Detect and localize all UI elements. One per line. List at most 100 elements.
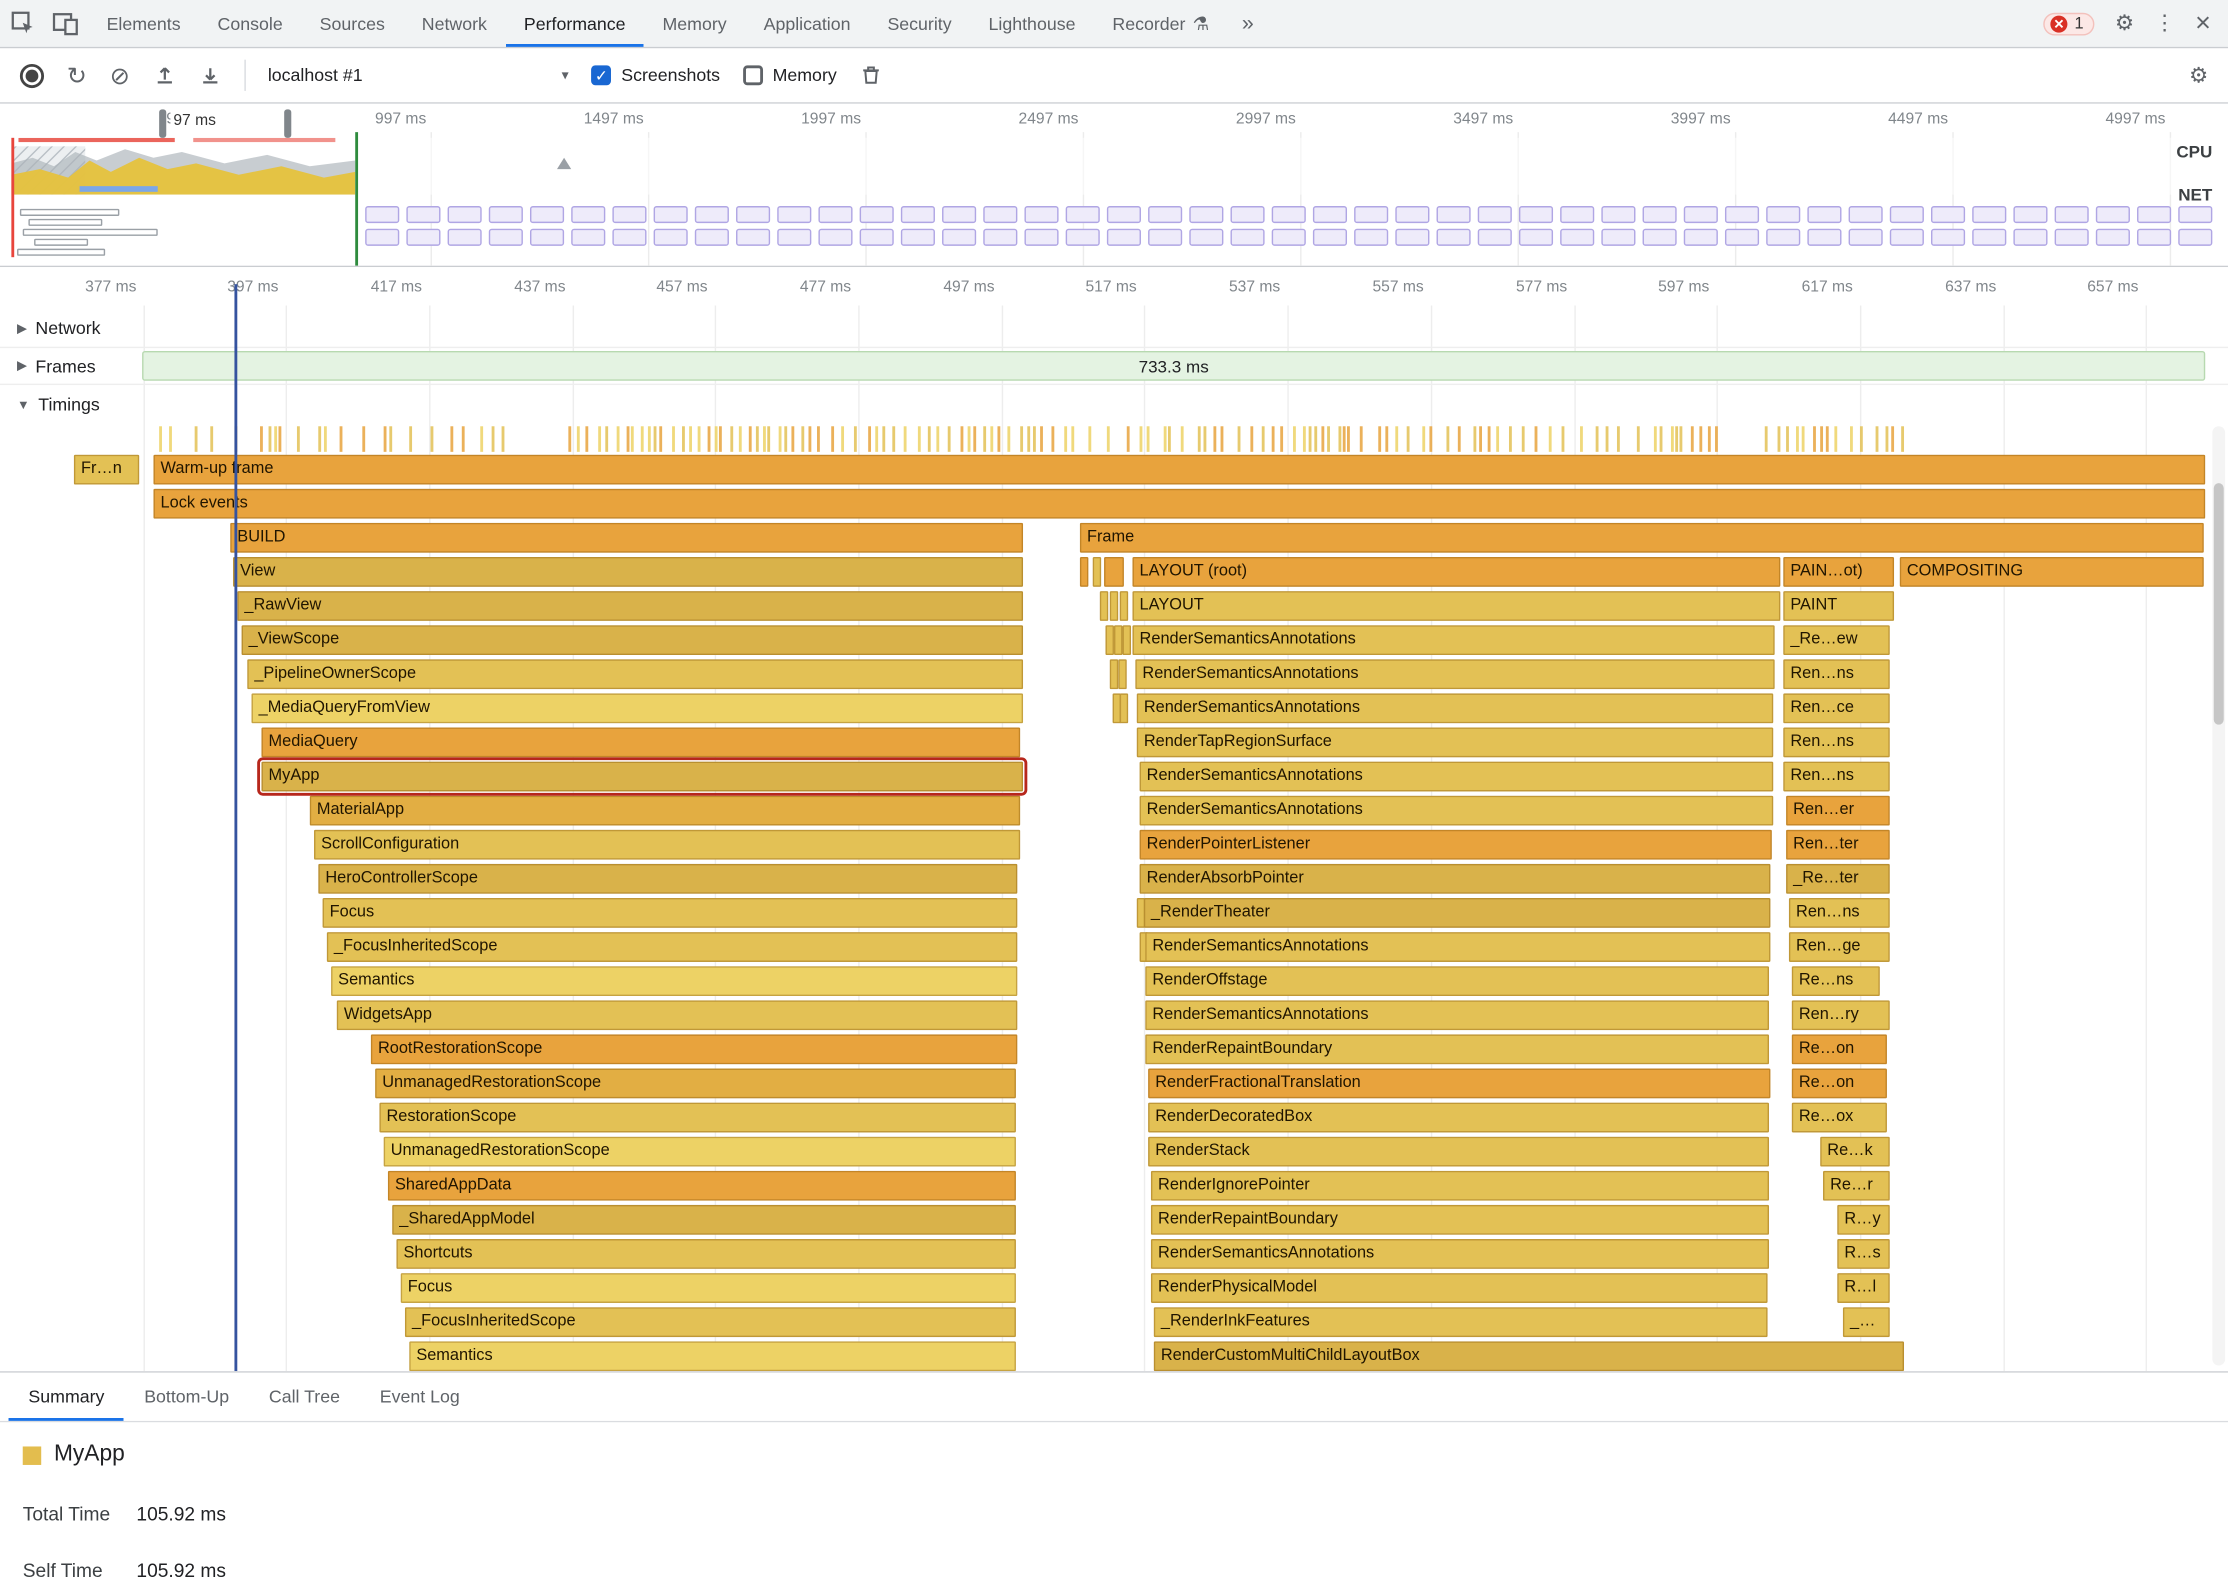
flame-bar[interactable]: Re…on (1792, 1069, 1887, 1099)
trash-icon[interactable] (859, 64, 882, 87)
flame-bar[interactable]: R…s (1837, 1239, 1890, 1269)
flame-bar[interactable]: RenderSemanticsAnnotations (1140, 796, 1774, 826)
more-tabs-button[interactable]: » (1228, 0, 1268, 47)
flame-bar-fragment[interactable] (1118, 659, 1127, 689)
flame-bar[interactable]: Shortcuts (396, 1239, 1016, 1269)
flame-bar[interactable]: BUILD (230, 523, 1023, 553)
flame-bar[interactable]: RestorationScope (379, 1103, 1016, 1133)
screenshots-checkbox-group[interactable]: ✓ Screenshots (591, 65, 720, 85)
flame-bar[interactable]: Semantics (409, 1341, 1016, 1371)
flame-bar[interactable]: Frame (1080, 523, 2204, 553)
flame-bar-fragment[interactable] (1110, 659, 1119, 689)
flame-bar[interactable]: Ren…ce (1783, 693, 1890, 723)
flame-bar[interactable]: View (233, 557, 1023, 587)
flame-bar[interactable]: _PipelineOwnerScope (247, 659, 1023, 689)
flame-bar[interactable]: RenderCustomMultiChildLayoutBox (1154, 1341, 1904, 1371)
flame-bar[interactable]: _RenderInkFeatures (1154, 1307, 1768, 1337)
inspect-icon[interactable] (9, 9, 37, 37)
flame-bar[interactable]: RenderPhysicalModel (1151, 1273, 1768, 1303)
bottom-tab-event-log[interactable]: Event Log (360, 1373, 480, 1421)
flame-bar[interactable]: COMPOSITING (1900, 557, 2204, 587)
save-profile-icon[interactable] (198, 64, 221, 87)
flame-bar[interactable]: RenderSemanticsAnnotations (1132, 625, 1774, 655)
flame-bar[interactable]: Warm-up frame (153, 455, 2205, 485)
flame-bar[interactable]: RenderSemanticsAnnotations (1145, 932, 1770, 962)
frame-duration-bar[interactable]: 733.3 ms (142, 351, 2205, 381)
record-button[interactable] (20, 63, 44, 87)
flame-bar-fragment[interactable] (1100, 591, 1109, 621)
flame-bar[interactable]: MediaQuery (261, 728, 1020, 758)
flame-bar[interactable]: RenderAbsorbPointer (1140, 864, 1771, 894)
frames-track-header[interactable]: ▶ Frames 733.3 ms (0, 348, 2228, 385)
flame-bar[interactable]: Re…r (1823, 1171, 1890, 1201)
flame-bar[interactable]: RenderOffstage (1145, 966, 1769, 996)
tab-memory[interactable]: Memory (644, 0, 745, 47)
scrollbar-thumb[interactable] (2214, 483, 2224, 725)
timeline-overview[interactable]: 97 ms997 ms1497 ms1997 ms2497 ms2997 ms3… (0, 104, 2228, 267)
profile-select[interactable]: localhost #1 ▾ (268, 65, 569, 85)
flame-bar[interactable]: HeroControllerScope (318, 864, 1017, 894)
flame-bar[interactable]: _FocusInheritedScope (405, 1307, 1016, 1337)
flame-bar[interactable]: Ren…ns (1789, 898, 1890, 928)
flame-bar[interactable]: LAYOUT (1132, 591, 1780, 621)
flame-bar[interactable]: RenderSemanticsAnnotations (1145, 1000, 1769, 1030)
flame-bar[interactable]: _Re…ew (1783, 625, 1890, 655)
flame-bar[interactable]: RenderSemanticsAnnotations (1140, 762, 1774, 792)
tab-sources[interactable]: Sources (301, 0, 403, 47)
window-left-handle[interactable] (159, 109, 166, 137)
load-profile-icon[interactable] (153, 64, 176, 87)
flame-bar[interactable]: RenderPointerListener (1140, 830, 1772, 860)
flame-chart[interactable]: Fr…nWarm-up frameLock eventsBUILDFrameVi… (0, 423, 2228, 1371)
flame-bar[interactable]: Lock events (153, 489, 2205, 519)
flame-bar-fragment[interactable] (1093, 557, 1102, 587)
flame-bar[interactable]: R…y (1837, 1205, 1890, 1235)
flame-bar[interactable]: Ren…ter (1786, 830, 1890, 860)
flame-bar-fragment[interactable] (1120, 591, 1129, 621)
vertical-scrollbar[interactable] (2212, 426, 2225, 1365)
flame-bar[interactable]: Ren…ry (1792, 1000, 1890, 1030)
bottom-tab-bottom-up[interactable]: Bottom-Up (124, 1373, 249, 1421)
flame-bar[interactable]: Ren…er (1786, 796, 1890, 826)
memory-checkbox[interactable] (743, 65, 763, 85)
flame-bar-fragment[interactable] (1104, 557, 1124, 587)
device-toolbar-icon[interactable] (51, 9, 79, 37)
flame-bar[interactable]: _FocusInheritedScope (327, 932, 1018, 962)
flame-bar[interactable]: _Re…ter (1786, 864, 1890, 894)
screenshots-checkbox[interactable]: ✓ (591, 65, 611, 85)
bottom-tab-summary[interactable]: Summary (9, 1373, 125, 1421)
flame-bar[interactable]: _ViewScope (242, 625, 1023, 655)
tab-elements[interactable]: Elements (88, 0, 199, 47)
flame-bar[interactable]: Focus (401, 1273, 1016, 1303)
flame-bar[interactable]: _RenderTheater (1144, 898, 1771, 928)
flame-bar[interactable]: RenderTapRegionSurface (1137, 728, 1774, 758)
flame-bar[interactable]: UnmanagedRestorationScope (375, 1069, 1016, 1099)
flame-bar[interactable]: RenderIgnorePointer (1151, 1171, 1769, 1201)
tab-lighthouse[interactable]: Lighthouse (970, 0, 1094, 47)
flame-bar[interactable]: _SharedAppModel (392, 1205, 1016, 1235)
flame-bar[interactable]: RenderSemanticsAnnotations (1135, 659, 1774, 689)
timeline-main[interactable]: 377 ms397 ms417 ms437 ms457 ms477 ms497 … (0, 267, 2228, 1371)
window-right-handle[interactable] (284, 109, 291, 137)
flame-bar[interactable]: RenderDecoratedBox (1148, 1103, 1769, 1133)
reload-and-record-icon[interactable]: ↻ (67, 63, 87, 87)
kebab-menu-icon[interactable]: ⋮ (2154, 13, 2175, 34)
flame-bar[interactable]: MaterialApp (310, 796, 1020, 826)
flame-bar[interactable]: PAIN…ot) (1783, 557, 1894, 587)
tab-console[interactable]: Console (199, 0, 301, 47)
flame-bar[interactable]: ScrollConfiguration (314, 830, 1020, 860)
flame-bar[interactable]: Re…on (1792, 1034, 1887, 1064)
overview-selection-end[interactable] (355, 132, 358, 266)
flame-bar[interactable]: Semantics (331, 966, 1017, 996)
flame-bar[interactable]: Ren…ns (1783, 728, 1890, 758)
flame-bar[interactable]: RenderSemanticsAnnotations (1151, 1239, 1769, 1269)
capture-settings-gear-icon[interactable]: ⚙ (2189, 65, 2208, 86)
flame-bar[interactable]: RootRestorationScope (371, 1034, 1018, 1064)
flame-bar[interactable]: Re…ox (1792, 1103, 1887, 1133)
flame-bar[interactable]: MyApp (261, 762, 1023, 792)
tab-recorder[interactable]: Recorder⚗ (1094, 0, 1228, 47)
flame-bar-fragment[interactable] (1120, 693, 1129, 723)
flame-bar[interactable]: PAINT (1783, 591, 1894, 621)
flame-bar-fragment[interactable] (1114, 625, 1123, 655)
error-badge[interactable]: ✕ 1 (2043, 12, 2095, 35)
flame-bar[interactable]: UnmanagedRestorationScope (384, 1137, 1016, 1167)
